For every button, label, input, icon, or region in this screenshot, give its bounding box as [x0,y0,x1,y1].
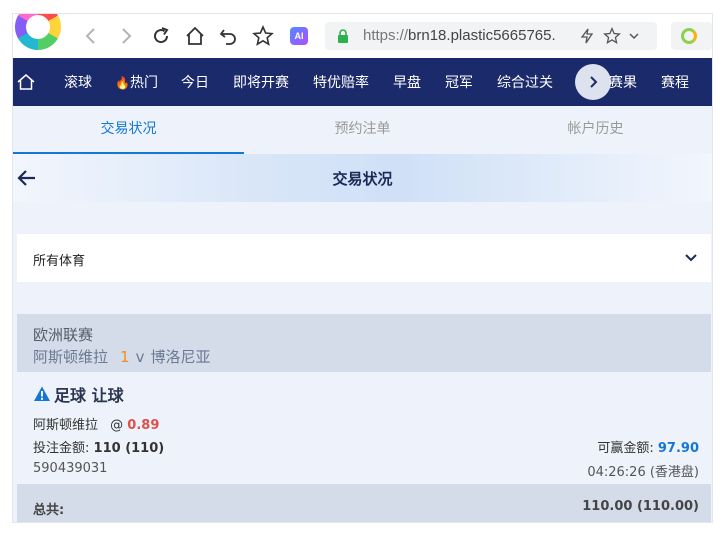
browser-window: AI https://brn18.plastic5665765. 滚球 🔥热门 … [13,14,712,522]
nav-item-best-odds[interactable]: 特优赔率 [313,72,369,92]
nav-item-results[interactable]: 赛果 [609,72,637,92]
bet-selection: 阿斯顿维拉 [33,418,99,433]
stake-row: 投注金额: 110 (110) [33,437,164,456]
win-value: 97.90 [657,441,699,456]
address-url: https://brn18.plastic5665765. [363,27,556,44]
bet-type: 足球 让球 [54,386,124,405]
warning-icon [34,386,50,401]
lightning-icon[interactable] [579,28,595,44]
chevron-down-icon[interactable] [628,30,640,42]
match-score: 1 [120,348,130,366]
extension-icon [681,28,697,44]
sport-filter-select[interactable]: 所有体育 [17,234,711,282]
url-host: brn18.plastic5665765. [408,27,556,44]
chevron-down-icon [685,254,697,262]
win-row: 可赢金额: 97.90 [597,437,699,456]
page-header: 交易状况 [13,154,712,202]
bet-odds: 0.89 [127,418,160,433]
odds-at: @ [110,418,124,433]
nav-item-today[interactable]: 今日 [181,72,209,92]
bet-time: 04:26:26 (香港盘) [587,465,699,480]
tab-transaction-status[interactable]: 交易状况 [13,106,244,154]
tab-scheduled-bets[interactable]: 预约注单 [246,106,479,154]
address-bar[interactable]: https://brn18.plastic5665765. [325,22,657,50]
nav-item-outright[interactable]: 冠军 [445,72,473,92]
sports-nav-bar: 滚球 🔥热门 今日 即将开赛 特优赔率 早盘 冠军 综合过关 赛果 赛程 [13,58,712,106]
versus-label: v [135,348,145,366]
ai-extension-icon[interactable]: AI [287,24,311,48]
home-team: 阿斯顿维拉 [33,348,109,366]
bookmark-star-icon[interactable] [251,24,275,48]
total-row: 总共: 110.00 (110.00) [17,484,711,522]
nav-item-live[interactable]: 滚球 [64,72,92,92]
url-scheme: https:// [363,27,409,44]
secure-lock-icon [338,29,348,43]
nav-item-upcoming[interactable]: 即将开赛 [233,72,289,92]
league-header: 欧洲联赛 阿斯顿维拉 1 v 博洛尼亚 [17,314,711,372]
nav-item-early[interactable]: 早盘 [393,72,421,92]
bet-reference-id: 590439031 [33,461,108,476]
home-icon[interactable] [183,24,207,48]
total-label: 总共: [33,503,65,518]
nav-item-hot[interactable]: 🔥热门 [115,72,158,92]
page-title: 交易状况 [332,170,393,188]
stake-value: 110 (110) [93,441,165,456]
nav-item-parlay[interactable]: 综合过关 [497,72,553,92]
match-info: 阿斯顿维拉 1 v 博洛尼亚 [33,346,210,367]
tab-bar: 交易状况 预约注单 帐户历史 [13,106,712,154]
total-value: 110.00 (110.00) [582,499,699,514]
browser-toolbar: AI https://brn18.plastic5665765. [13,14,712,58]
bet-selection-row: 阿斯顿维拉 @ 0.89 [33,414,159,433]
nav-item-hot-label: 热门 [129,75,158,91]
nav-scroll-button[interactable] [575,64,611,100]
browser-logo-icon [15,14,61,50]
win-label: 可赢金额: [597,441,654,456]
stake-label: 投注金额: [33,441,90,456]
nav-item-schedule[interactable]: 赛程 [661,72,689,92]
forward-nav-icon[interactable] [114,24,138,48]
back-nav-icon[interactable] [79,24,103,48]
extension-button[interactable] [671,22,712,50]
tab-account-history[interactable]: 帐户历史 [479,106,712,154]
sport-filter-value: 所有体育 [33,254,86,269]
favorite-star-icon[interactable] [603,27,621,45]
undo-icon[interactable] [217,24,241,48]
home-icon[interactable] [16,72,36,92]
chevron-right-icon [590,76,598,88]
bet-card: 足球 让球 阿斯顿维拉 @ 0.89 投注金额: 110 (110) 可赢金额:… [17,372,711,484]
league-name: 欧洲联赛 [33,326,94,344]
reload-icon[interactable] [149,24,173,48]
bet-title: 足球 让球 [33,382,124,406]
fire-icon: 🔥 [115,76,130,90]
away-team: 博洛尼亚 [150,348,211,366]
